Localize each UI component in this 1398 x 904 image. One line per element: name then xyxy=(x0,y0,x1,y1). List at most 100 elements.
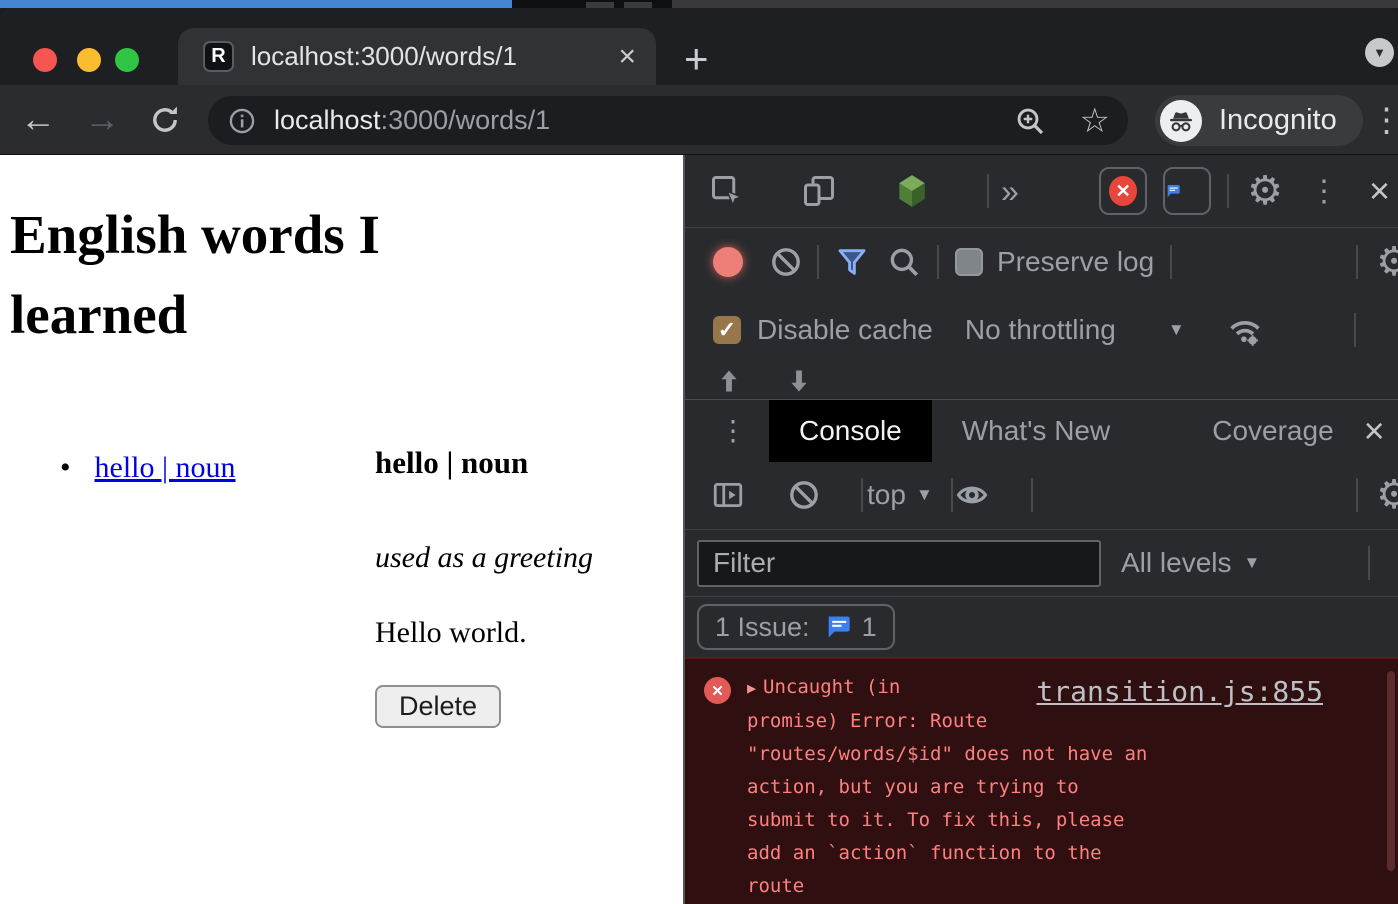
separator xyxy=(1354,313,1356,347)
preserve-log-label: Preserve log xyxy=(997,246,1154,278)
devtools-settings-icon[interactable]: ⚙ xyxy=(1247,171,1283,211)
network-toolbar-row2: ✓ Disable cache No throttling ▼ xyxy=(685,296,1398,363)
forward-icon[interactable]: → xyxy=(84,99,120,139)
browser-menu-icon[interactable]: ⋮ xyxy=(1370,100,1398,139)
separator xyxy=(1356,478,1358,512)
network-conditions-icon[interactable] xyxy=(1225,311,1265,349)
screen: R localhost:3000/words/1 × + ▼ ← → local… xyxy=(0,0,1398,904)
zoom-page-icon[interactable] xyxy=(1014,105,1046,137)
incognito-label: Incognito xyxy=(1219,104,1337,137)
drawer-tab-bar: ⋮ Console What's New Coverage × xyxy=(685,399,1398,461)
issues-row: 1 Issue: 1 xyxy=(685,597,1398,657)
search-network-icon[interactable] xyxy=(887,245,921,279)
address-bar[interactable]: localhost:3000/words/1 ☆ xyxy=(208,96,1128,145)
background-window-strip xyxy=(0,0,1398,8)
issues-chat-icon xyxy=(824,613,852,641)
devtools-main-toolbar: » ✕ ⚙ ⋮ × xyxy=(685,155,1398,228)
disable-cache-label: Disable cache xyxy=(757,314,933,346)
issues-badge[interactable] xyxy=(1163,167,1211,215)
console-scrollbar[interactable] xyxy=(1387,671,1395,871)
preserve-log-checkbox[interactable] xyxy=(955,248,983,276)
expand-error-icon[interactable]: ▶ xyxy=(747,672,756,705)
separator xyxy=(1031,478,1033,512)
throttling-caret-icon[interactable]: ▼ xyxy=(1168,320,1185,340)
browser-tab[interactable]: R localhost:3000/words/1 × xyxy=(178,28,656,85)
word-definition: used as a greeting xyxy=(375,541,593,575)
clear-console-icon[interactable] xyxy=(787,478,841,512)
separator xyxy=(1368,546,1370,580)
export-har-icon[interactable] xyxy=(785,366,813,396)
minimize-window-button[interactable] xyxy=(77,48,101,72)
disable-cache-checkbox[interactable]: ✓ xyxy=(713,316,741,344)
word-list: • hello | noun xyxy=(60,451,236,485)
separator xyxy=(817,245,819,279)
url-text: localhost:3000/words/1 xyxy=(274,105,1014,136)
context-caret-icon[interactable]: ▼ xyxy=(916,485,933,505)
separator xyxy=(1170,245,1172,279)
console-context-select[interactable]: top xyxy=(867,479,906,511)
network-toolbar: Preserve log ⚙ xyxy=(685,228,1398,296)
site-info-icon[interactable] xyxy=(228,107,256,135)
url-path: :3000/words/1 xyxy=(381,105,551,135)
tab-close-icon[interactable]: × xyxy=(616,42,638,72)
word-example: Hello world. xyxy=(375,616,527,650)
new-tab-button[interactable]: + xyxy=(684,38,709,80)
device-toolbar-icon[interactable] xyxy=(801,173,865,209)
drawer-close-icon[interactable]: × xyxy=(1364,413,1385,449)
page-title: English words I learned xyxy=(10,195,520,355)
tab-search-icon[interactable]: ▼ xyxy=(1365,38,1394,67)
tab-whats-new[interactable]: What's New xyxy=(932,400,1141,462)
error-count-badge[interactable]: ✕ xyxy=(1099,167,1147,215)
drawer-menu-icon[interactable]: ⋮ xyxy=(719,414,747,447)
record-network-log-icon[interactable] xyxy=(713,247,743,277)
web-page: English words I learned • hello | noun h… xyxy=(0,155,683,904)
console-filter-row: All levels ▼ xyxy=(685,530,1398,597)
separator xyxy=(937,245,939,279)
navbar: ← → localhost:3000/words/1 ☆ xyxy=(0,85,1398,155)
tab-coverage[interactable]: Coverage xyxy=(1182,400,1363,462)
separator xyxy=(861,478,863,512)
error-text-prefix: Uncaught (in xyxy=(763,676,900,698)
console-settings-icon[interactable]: ⚙ xyxy=(1376,475,1398,515)
live-expression-eye-icon[interactable] xyxy=(953,478,1011,512)
more-panels-icon[interactable]: » xyxy=(1001,173,1019,210)
console-sidebar-toggle-icon[interactable] xyxy=(709,478,767,512)
remix-favicon: R xyxy=(203,41,234,72)
back-icon[interactable]: ← xyxy=(20,99,56,139)
titlebar: R localhost:3000/words/1 × + ▼ xyxy=(0,8,1398,85)
devtools-close-icon[interactable]: × xyxy=(1369,173,1390,209)
console-filter-input[interactable] xyxy=(697,540,1101,587)
incognito-badge[interactable]: Incognito xyxy=(1155,95,1363,146)
issues-button[interactable]: 1 Issue: 1 xyxy=(697,604,895,650)
close-window-button[interactable] xyxy=(33,48,57,72)
console-error-message: ✕ transition.js:855 ▶Uncaught (in promis… xyxy=(685,657,1398,904)
delete-button[interactable]: Delete xyxy=(375,685,501,728)
throttling-select[interactable]: No throttling xyxy=(965,314,1116,346)
separator xyxy=(987,174,989,208)
clear-network-icon[interactable] xyxy=(769,245,803,279)
network-settings-icon[interactable]: ⚙ xyxy=(1376,242,1398,282)
url-host: localhost xyxy=(274,105,381,135)
word-term: hello | noun xyxy=(375,445,528,481)
filter-network-icon[interactable] xyxy=(835,245,869,279)
log-levels-select[interactable]: All levels xyxy=(1121,547,1231,579)
inspect-element-icon[interactable] xyxy=(709,173,773,209)
devtools-panel: » ✕ ⚙ ⋮ × xyxy=(683,155,1398,904)
reload-icon[interactable] xyxy=(148,103,182,137)
error-source-link[interactable]: transition.js:855 xyxy=(1036,675,1323,708)
issues-label: 1 Issue: xyxy=(715,612,810,643)
tab-console[interactable]: Console xyxy=(769,400,932,462)
separator xyxy=(1227,174,1229,208)
zoom-window-button[interactable] xyxy=(115,48,139,72)
import-har-icon[interactable] xyxy=(715,366,743,396)
word-link[interactable]: hello | noun xyxy=(95,451,236,485)
nodejs-icon[interactable] xyxy=(893,172,959,210)
bookmark-star-icon[interactable]: ☆ xyxy=(1080,104,1110,138)
network-har-buttons xyxy=(685,363,1398,399)
error-text-rest: promise) Error: Route "routes/words/$id"… xyxy=(747,710,1147,897)
console-toolbar: top ▼ ⚙ xyxy=(685,461,1398,530)
browser-window: R localhost:3000/words/1 × + ▼ ← → local… xyxy=(0,8,1398,904)
devtools-menu-icon[interactable]: ⋮ xyxy=(1309,174,1339,209)
levels-caret-icon[interactable]: ▼ xyxy=(1243,553,1260,573)
separator xyxy=(1356,245,1358,279)
